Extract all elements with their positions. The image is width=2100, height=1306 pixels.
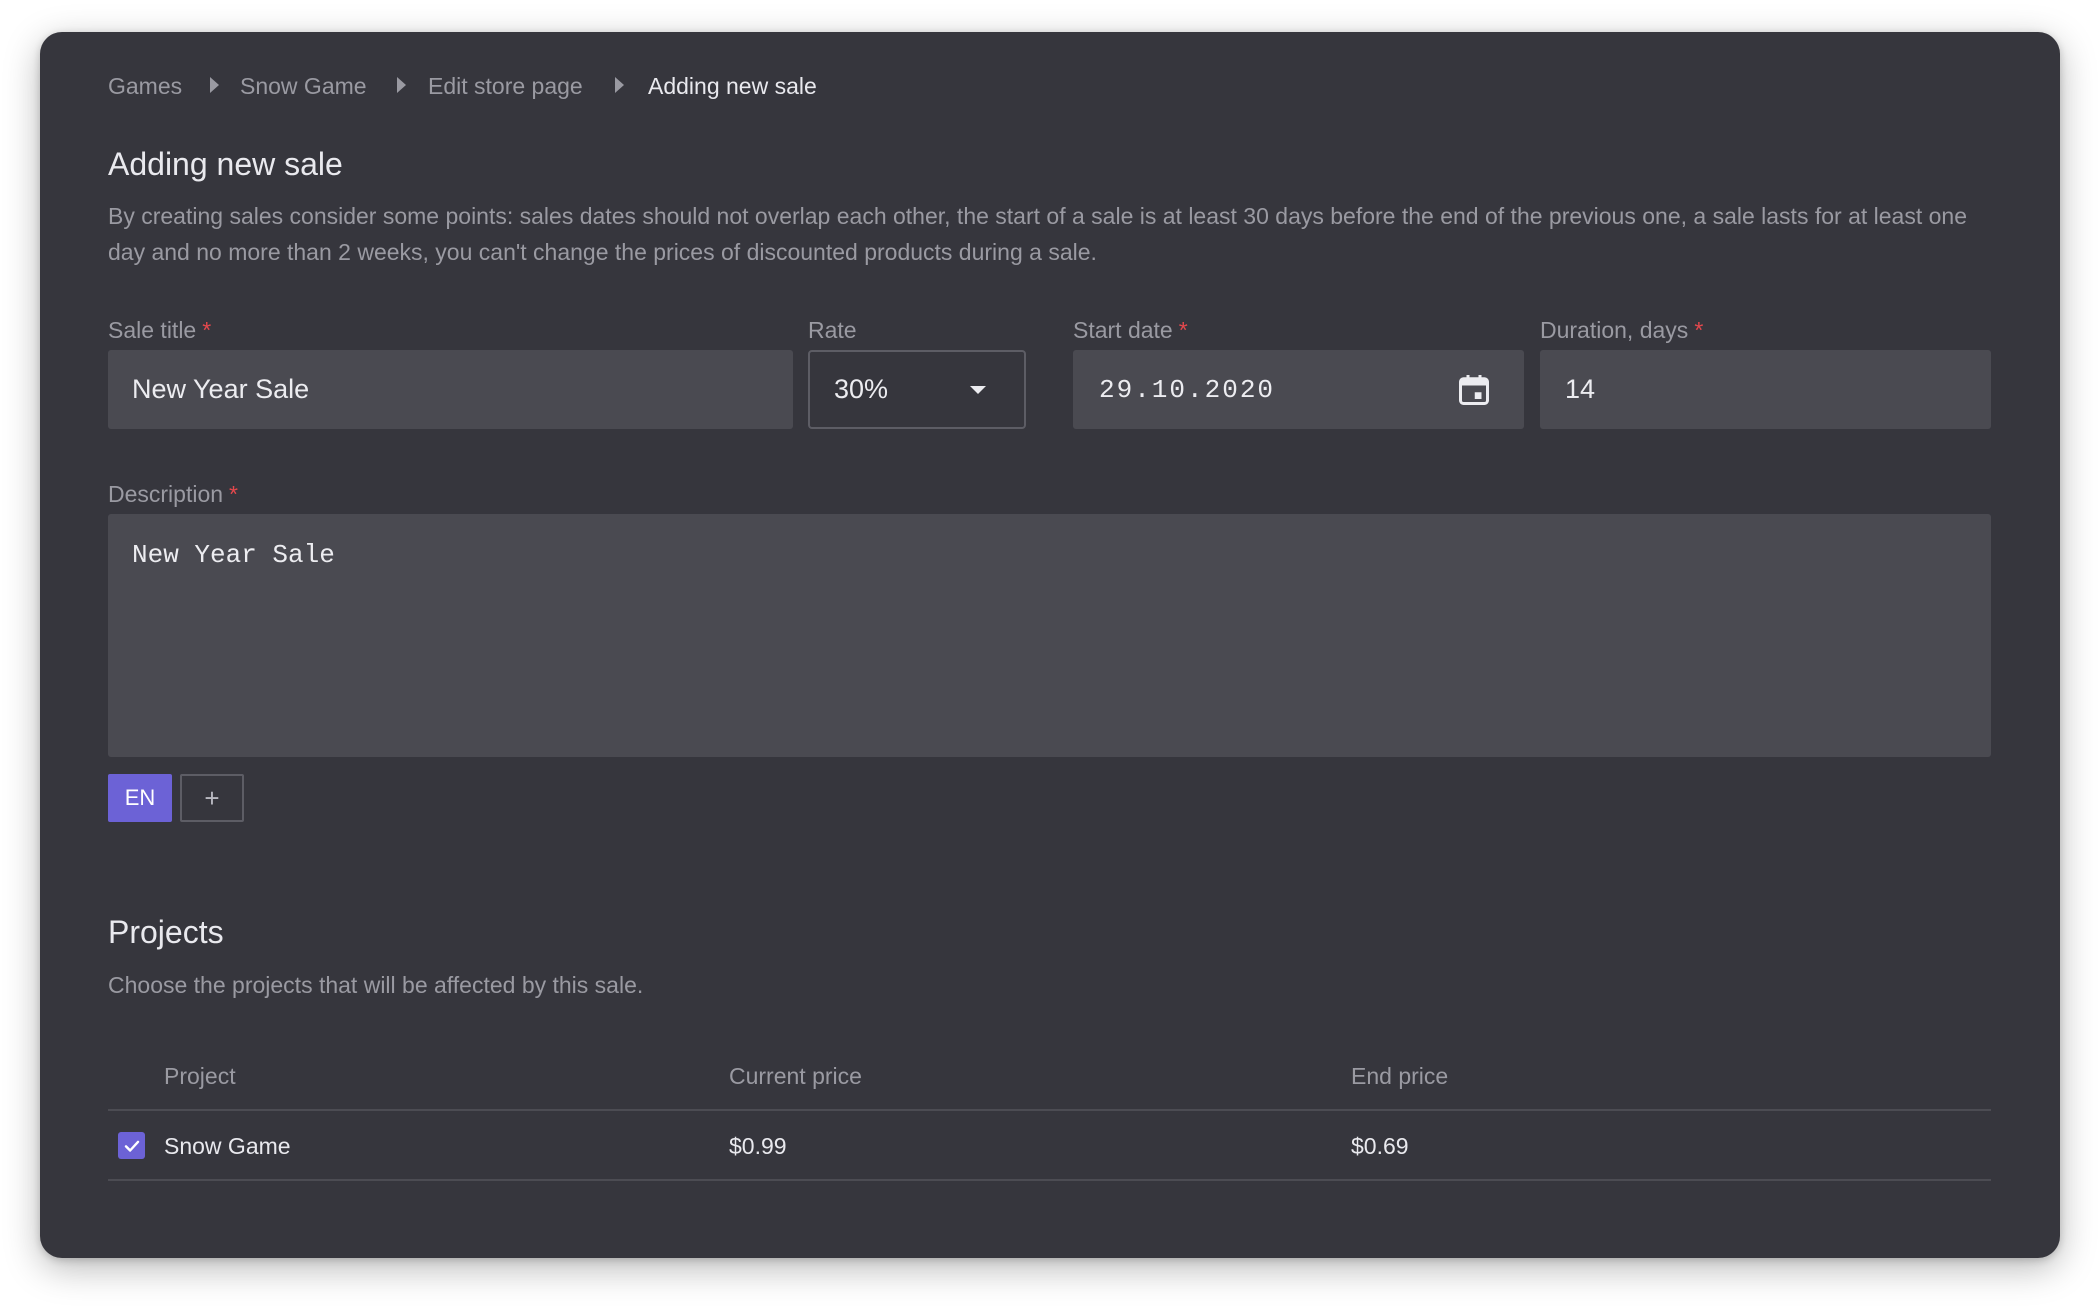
breadcrumb-edit-store-page[interactable]: Edit store page bbox=[428, 73, 583, 100]
projects-title: Projects bbox=[108, 914, 224, 950]
duration-value: 14 bbox=[1565, 374, 1596, 404]
project-name: Snow Game bbox=[164, 1133, 291, 1159]
current-price: $0.99 bbox=[729, 1133, 787, 1159]
start-date-input[interactable]: 29.10.2020 bbox=[1073, 350, 1524, 429]
check-icon bbox=[124, 1140, 139, 1152]
page-title: Adding new sale bbox=[108, 146, 343, 182]
duration-label: Duration, days * bbox=[1540, 317, 1704, 343]
caret-down-icon bbox=[970, 385, 986, 394]
rate-label: Rate bbox=[808, 317, 857, 343]
sale-title-value: New Year Sale bbox=[132, 374, 310, 404]
breadcrumb-snow-game[interactable]: Snow Game bbox=[240, 73, 367, 100]
sale-title-label: Sale title * bbox=[108, 317, 212, 343]
caret-right-icon bbox=[397, 77, 406, 93]
breadcrumb-games[interactable]: Games bbox=[108, 73, 182, 100]
row-checkbox[interactable] bbox=[118, 1132, 145, 1159]
start-date-value: 29.10.2020 bbox=[1099, 374, 1276, 405]
caret-right-icon bbox=[210, 77, 219, 93]
column-header-end-price: End price bbox=[1351, 1063, 1449, 1089]
rate-value: 30% bbox=[834, 374, 889, 404]
end-price: $0.69 bbox=[1351, 1133, 1409, 1159]
table-header-divider bbox=[108, 1109, 1991, 1111]
language-tab-en[interactable]: EN bbox=[108, 774, 172, 822]
page-description: By creating sales consider some points: … bbox=[108, 203, 1967, 265]
caret-right-icon bbox=[615, 77, 624, 93]
column-header-project: Project bbox=[164, 1063, 236, 1089]
table-row-divider bbox=[108, 1179, 1991, 1181]
sale-form-window: Games Snow Game Edit store page Adding n… bbox=[40, 32, 2060, 1258]
projects-subtitle: Choose the projects that will be affecte… bbox=[108, 972, 644, 998]
duration-input[interactable]: 14 bbox=[1540, 350, 1991, 429]
add-language-button[interactable]: + bbox=[180, 774, 244, 822]
sale-title-input[interactable]: New Year Sale bbox=[108, 350, 793, 429]
rate-select[interactable]: 30% bbox=[808, 350, 1026, 429]
column-header-current-price: Current price bbox=[729, 1063, 862, 1089]
breadcrumb-current: Adding new sale bbox=[648, 73, 817, 99]
description-textarea[interactable]: New Year Sale bbox=[108, 514, 1991, 757]
start-date-label: Start date * bbox=[1073, 317, 1188, 343]
description-label: Description * bbox=[108, 481, 238, 507]
calendar-icon[interactable] bbox=[1456, 372, 1492, 408]
description-value: New Year Sale bbox=[132, 540, 335, 570]
